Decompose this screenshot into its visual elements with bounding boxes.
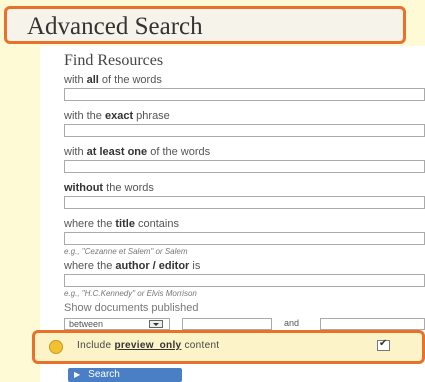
author-hint: e.g., "H.C.Kennedy" or Elvis Morrison xyxy=(64,289,197,298)
preview-only-label: Include preview_only content xyxy=(77,340,220,351)
all-words-input[interactable] xyxy=(64,88,425,101)
page-title: Advanced Search xyxy=(27,13,203,40)
advanced-search-page: Advanced Search Find Resources with all … xyxy=(0,0,425,382)
and-label: and xyxy=(284,318,300,328)
published-range-select[interactable]: between xyxy=(64,318,170,330)
published-from-input[interactable] xyxy=(182,318,272,330)
exact-phrase-label: with the exact phrase xyxy=(64,110,170,122)
chevron-down-icon[interactable] xyxy=(149,320,163,328)
title-contains-label: where the title contains xyxy=(64,218,179,230)
info-icon xyxy=(49,340,63,354)
without-words-input[interactable] xyxy=(64,196,425,209)
all-words-label: with all of the words xyxy=(64,74,162,86)
title-highlight: Advanced Search xyxy=(4,6,406,44)
exact-phrase-input[interactable] xyxy=(64,124,425,137)
title-contains-input[interactable] xyxy=(64,232,425,245)
preview-only-highlight: Include preview_only content xyxy=(32,330,425,364)
published-label: Show documents published xyxy=(64,302,199,314)
search-button[interactable]: ▶ Search xyxy=(68,368,182,382)
without-words-label: without the words xyxy=(64,182,154,194)
published-range-value: between xyxy=(69,319,104,329)
at-least-one-label: with at least one of the words xyxy=(64,146,211,158)
preview-only-checkbox[interactable] xyxy=(377,338,390,351)
author-editor-label: where the author / editor is xyxy=(64,260,201,272)
search-button-label: Search xyxy=(88,369,120,380)
title-hint: e.g., "Cezanne et Salem" or Salem xyxy=(64,247,188,256)
section-title: Find Resources xyxy=(64,52,164,69)
published-to-input[interactable] xyxy=(320,318,425,330)
play-icon: ▶ xyxy=(74,370,81,379)
author-editor-input[interactable] xyxy=(64,274,425,287)
at-least-one-input[interactable] xyxy=(64,160,425,173)
